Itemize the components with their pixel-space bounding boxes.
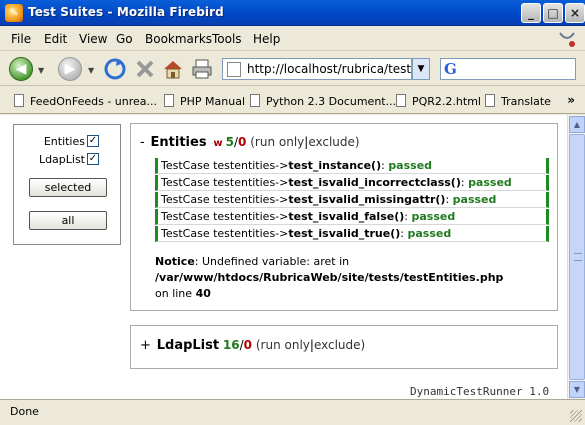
back-history-chevron-icon[interactable]: ▼: [38, 66, 44, 75]
ldaplist-checkbox[interactable]: ✓: [87, 153, 99, 165]
bookmark-item[interactable]: PQR2.2.html: [396, 94, 481, 108]
maximize-button[interactable]: □: [543, 3, 563, 23]
failed-count: 0: [238, 135, 247, 149]
reload-icon[interactable]: [103, 57, 127, 81]
notice-path: /var/www/htdocs/RubricaWeb/site/tests/te…: [155, 271, 504, 284]
test-case-row: TestCase testentities->test_instance(): …: [155, 158, 549, 174]
entities-checkbox[interactable]: ✓: [87, 135, 99, 147]
passed-count: 5: [225, 135, 234, 149]
url-dropdown-button[interactable]: ▼: [412, 58, 430, 80]
document-icon: [250, 94, 260, 107]
throbber-icon: [559, 32, 575, 47]
vertical-scrollbar[interactable]: ▲ ▼: [567, 115, 585, 399]
notice-line-number: 40: [195, 287, 211, 300]
test-case-list: TestCase testentities->test_instance(): …: [155, 158, 549, 243]
back-button[interactable]: ◀: [9, 57, 33, 81]
suite-name[interactable]: LdapList: [157, 338, 219, 353]
failed-count: 0: [243, 338, 253, 352]
expand-toggle[interactable]: +: [140, 338, 151, 353]
menu-bar: File Edit View Go Bookmarks Tools Help: [0, 27, 585, 51]
print-icon[interactable]: [190, 57, 214, 81]
menu-file[interactable]: File: [11, 32, 31, 46]
page-content: Entities ✓ LdapList ✓ selected all - Ent…: [0, 115, 567, 399]
grip-icon: [574, 253, 582, 261]
status-bar: Done: [0, 399, 585, 425]
notice-message: : Undefined variable: aret in: [194, 255, 350, 268]
passed-count: 16: [222, 338, 240, 352]
bookmark-item[interactable]: Translate: [485, 94, 551, 108]
url-text: http://localhost/rubrica/tests/?sui: [247, 62, 412, 76]
result-passed: passed: [407, 227, 452, 240]
test-case-row: TestCase testentities->test_isvalid_miss…: [155, 192, 549, 208]
search-field[interactable]: G: [440, 58, 576, 80]
exclude-link[interactable]: exclude): [308, 135, 359, 149]
forward-history-chevron-icon[interactable]: ▼: [88, 66, 94, 75]
suite-panel-entities: - Entities w 5/0 (run only|exclude) TestC…: [130, 123, 558, 311]
test-case-row: TestCase testentities->test_isvalid_fals…: [155, 209, 549, 225]
collapse-toggle[interactable]: -: [140, 135, 145, 150]
warning-badge: w: [213, 138, 223, 149]
window-title: Test Suites - Mozilla Firebird: [28, 5, 224, 19]
firebird-logo-icon: ✎: [5, 4, 23, 22]
suite-name[interactable]: Entities: [151, 135, 207, 150]
bookmarks-overflow-chevron-icon[interactable]: »: [567, 93, 575, 107]
document-icon: [485, 94, 495, 107]
menu-edit[interactable]: Edit: [44, 32, 67, 46]
test-case-row: TestCase testentities->test_isvalid_inco…: [155, 175, 549, 191]
menu-tools[interactable]: Tools: [212, 32, 242, 46]
scroll-up-button[interactable]: ▲: [569, 116, 585, 133]
forward-button[interactable]: ▶: [58, 57, 82, 81]
notice-label: Notice: [155, 255, 195, 268]
suite-panel-ldaplist: + LdapList 16/0 (run only|exclude): [130, 325, 558, 369]
scroll-down-button[interactable]: ▼: [569, 381, 585, 398]
test-case-row: TestCase testentities->test_isvalid_true…: [155, 226, 549, 242]
bookmark-item[interactable]: PHP Manual: [164, 94, 245, 108]
runner-version-label: DynamicTestRunner 1.0: [410, 385, 550, 398]
exclude-link[interactable]: exclude): [314, 338, 365, 352]
filter-label: LdapList: [38, 153, 85, 166]
run-only-link[interactable]: (run only: [256, 338, 310, 352]
suite-filter-panel: Entities ✓ LdapList ✓ selected all: [13, 124, 121, 245]
menu-view[interactable]: View: [79, 32, 107, 46]
bookmarks-toolbar: FeedOnFeeds - unrea... PHP Manual Python…: [0, 87, 585, 114]
suite-header: - Entities w 5/0 (run only|exclude): [140, 135, 360, 150]
result-passed: passed: [452, 193, 497, 206]
result-passed: passed: [468, 176, 512, 189]
notice-line-text: on line: [155, 287, 193, 300]
close-button[interactable]: ×: [565, 3, 585, 23]
google-icon: G: [444, 60, 457, 78]
menu-go[interactable]: Go: [116, 32, 133, 46]
run-only-link[interactable]: (run only: [250, 135, 304, 149]
resize-grip-icon[interactable]: [570, 410, 582, 422]
stop-icon[interactable]: [133, 57, 157, 81]
result-passed: passed: [411, 210, 456, 223]
navigation-toolbar: ◀ ▼ ▶ ▼ http://localhost/rubrica/tests/?…: [0, 52, 585, 86]
menu-help[interactable]: Help: [253, 32, 280, 46]
all-button[interactable]: all: [29, 211, 107, 230]
document-icon: [396, 94, 406, 107]
menu-bookmarks[interactable]: Bookmarks: [145, 32, 212, 46]
suite-header: + LdapList 16/0 (run only|exclude): [140, 338, 366, 353]
status-text: Done: [10, 405, 39, 418]
scrollbar-thumb[interactable]: [569, 134, 585, 380]
url-field[interactable]: http://localhost/rubrica/tests/?sui: [222, 58, 412, 80]
filter-label: Entities: [43, 135, 85, 148]
result-passed: passed: [388, 159, 433, 172]
selected-button[interactable]: selected: [29, 178, 107, 197]
minimize-button[interactable]: _: [521, 3, 541, 23]
bookmark-item[interactable]: Python 2.3 Document...: [250, 94, 396, 108]
page-icon: [227, 62, 241, 77]
php-notice: Notice: Undefined variable: aret in /var…: [155, 254, 553, 302]
document-icon: [14, 94, 24, 107]
document-icon: [164, 94, 174, 107]
title-bar: ✎ Test Suites - Mozilla Firebird _ □ ×: [0, 0, 585, 26]
home-icon[interactable]: [161, 57, 185, 81]
bookmark-item[interactable]: FeedOnFeeds - unrea...: [14, 94, 157, 108]
